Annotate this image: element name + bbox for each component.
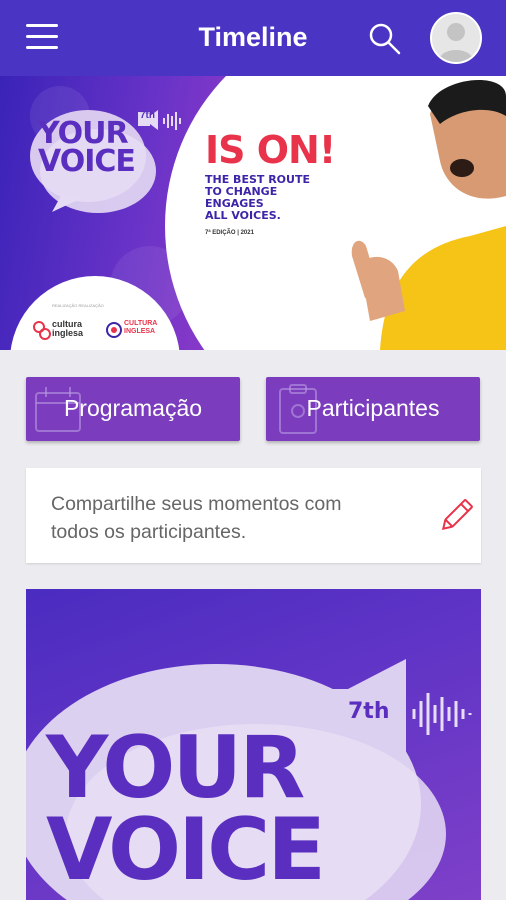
event-banner[interactable]: YOUR VOICE 7th IS ON! THE BEST ROUTE TO … xyxy=(0,76,506,350)
avatar-icon xyxy=(432,14,480,62)
banner-tagline-line: ALL VOICES. xyxy=(205,209,281,222)
post-logo-line2: VOICE xyxy=(46,800,326,900)
programacao-button[interactable]: Programação xyxy=(26,377,240,441)
top-app-bar: Timeline xyxy=(0,0,506,76)
avatar[interactable] xyxy=(430,12,482,64)
banner-headline: IS ON! xyxy=(205,128,336,172)
search-icon[interactable] xyxy=(368,22,402,56)
programacao-label: Programação xyxy=(63,395,203,421)
sponsor-logo-2: CULTURA INGLESA xyxy=(106,320,166,346)
banner-tagline: THE BEST ROUTE TO CHANGE ENGAGES ALL VOI… xyxy=(205,174,310,222)
banner-logo-line2: VOICE xyxy=(38,144,136,179)
share-prompt-text: Compartilhe seus momentos com todos os p… xyxy=(51,493,342,543)
post-logo-text: YOUR VOICE xyxy=(46,718,326,900)
sponsor2-name-line2: INGLESA xyxy=(124,328,156,335)
sponsor1-name-line2: inglesa xyxy=(52,328,84,338)
sound-wave-icon xyxy=(412,693,472,735)
post-edition-badge: 7th xyxy=(348,699,390,724)
banner-edition-text: 7ª EDIÇÃO | 2021 xyxy=(205,230,254,236)
sponsor-logo-1: cultura inglesa xyxy=(32,320,94,346)
post-logo-line1: YOUR xyxy=(46,718,305,818)
sponsor-caption: REALIZAÇÃO REALIZAÇÃO xyxy=(52,303,104,308)
share-moments-card[interactable]: Compartilhe seus momentos com todos os p… xyxy=(26,468,481,563)
participantes-button[interactable]: Participantes xyxy=(266,377,480,441)
sponsor2-name-line1: CULTURA xyxy=(124,320,158,327)
timeline-post-image[interactable]: 7th YOUR VOICE xyxy=(26,589,481,900)
pencil-icon[interactable] xyxy=(436,496,476,536)
banner-logo-text: YOUR VOICE xyxy=(38,119,158,179)
participantes-label: Participantes xyxy=(306,395,440,421)
banner-edition-badge: 7th xyxy=(140,110,155,121)
